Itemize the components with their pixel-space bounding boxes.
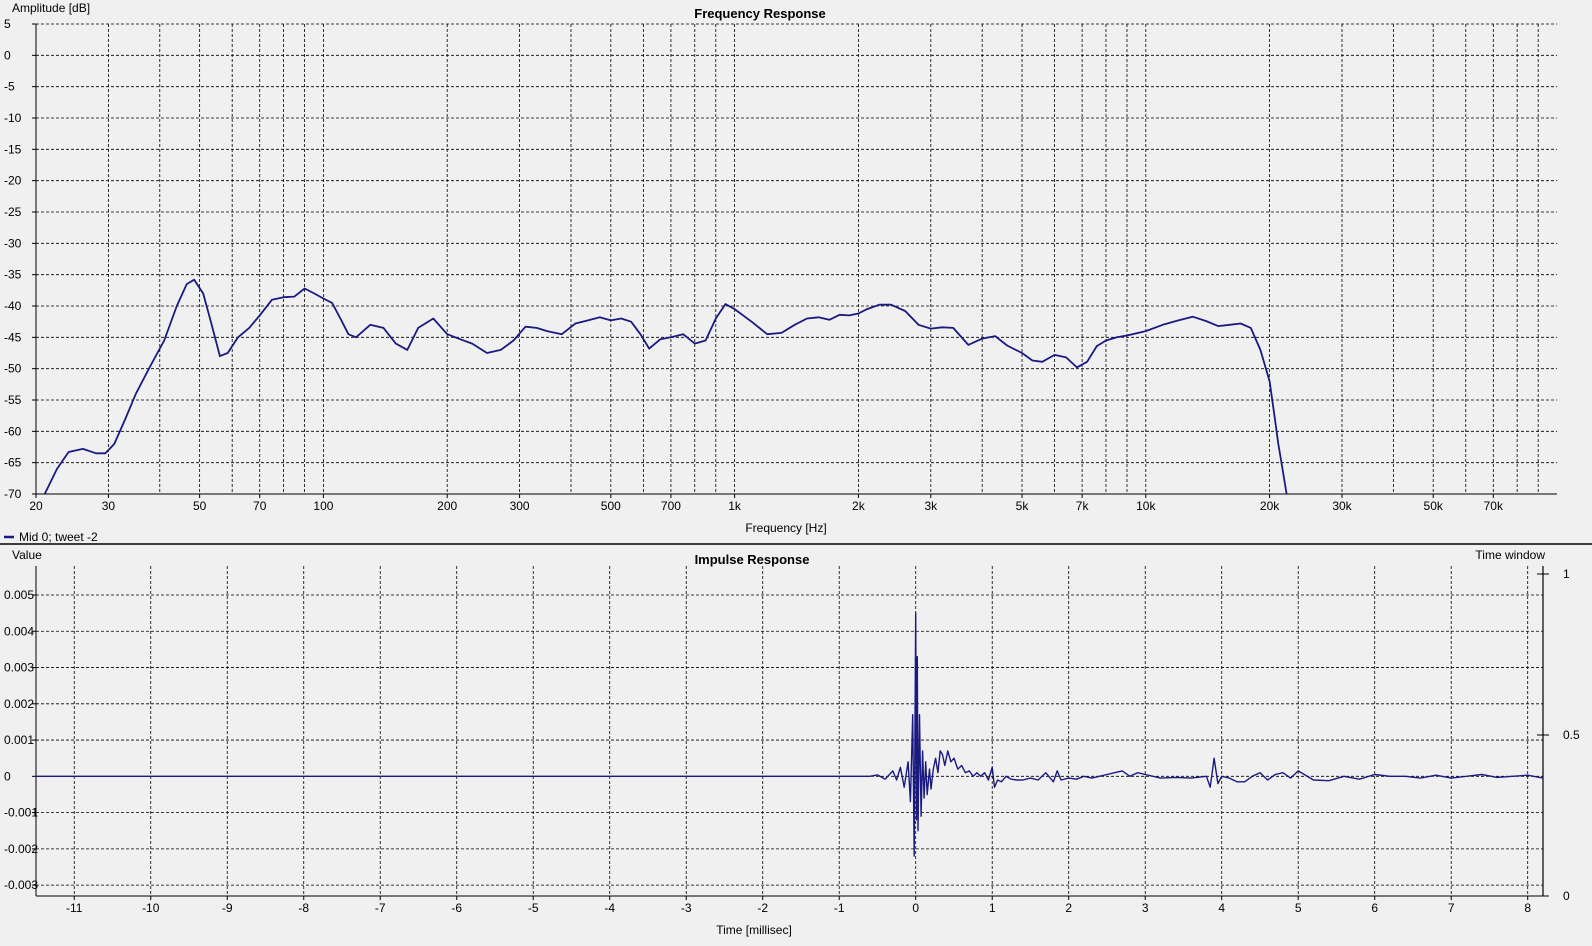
ir-x-tick-label: -7 (375, 901, 386, 915)
ir-x-tick-label: -1 (834, 901, 845, 915)
ir-series-line (36, 612, 1544, 857)
fr-y-tick-label: 5 (4, 17, 11, 31)
ir-window-tick-label: 0.5 (1563, 728, 1580, 742)
ir-x-tick-label: -4 (604, 901, 615, 915)
ir-x-tick-label: 0 (912, 901, 919, 915)
ir-ylabel: Value (12, 548, 42, 562)
ir-x-tick-label: 2 (1065, 901, 1072, 915)
fr-x-tick-label: 100 (313, 499, 333, 513)
ir-window-tick-label: 0 (1563, 889, 1570, 903)
ir-x-tick-label: -6 (451, 901, 462, 915)
fr-x-tick-label: 5k (1016, 499, 1030, 513)
analyzer-window: 5 0 -5 -10 -15 -20 -25 -30 -35 -40 -45 -50 -55 -60 -65… (0, 0, 1592, 946)
ir-x-tick-label: -9 (222, 901, 233, 915)
ir-y-tick-label: 0.002 (4, 697, 34, 711)
impulse-response-chart: 0.005 0.004 0.003 0.002 0.001 0 -0.001 -0.002 -0… (4, 548, 1580, 937)
ir-y-tick-label: 0.003 (4, 661, 34, 675)
ir-x-tick-label: -11 (66, 901, 83, 915)
fr-x-tick-label: 30k (1332, 499, 1352, 513)
ir-y-tick-label: -0.003 (4, 878, 38, 892)
fr-x-tick-label: 700 (661, 499, 681, 513)
legend: Mid 0; tweet -2 (4, 530, 98, 544)
legend-label: Mid 0; tweet -2 (19, 530, 98, 544)
fr-y-tick-label: -5 (4, 80, 15, 94)
fr-y-tick-label: -60 (4, 424, 22, 438)
fr-series-line (43, 278, 1288, 495)
ir-x-tick-label: 4 (1218, 901, 1225, 915)
ir-x-tick-labels: -11 -10 -9 -8 -7 -6 -5 -4 -3 -2 -1 0 1 2 3 4 5 6 7 8 (66, 896, 1531, 915)
ir-x-tick-label: 5 (1295, 901, 1302, 915)
ir-xlabel: Time [millisec] (716, 923, 792, 937)
ir-y-tick-label: 0.001 (4, 733, 34, 747)
ir-gridlines (36, 566, 1543, 896)
fr-x-tick-label: 2k (852, 499, 866, 513)
fr-y-tick-label: -50 (4, 362, 22, 376)
fr-x-tick-label: 50 (193, 499, 207, 513)
fr-y-tick-label: -40 (4, 299, 22, 313)
charts-canvas: 50-5-10-15-20-25-30-35-40-45-50-55-60-65… (0, 1, 1592, 937)
ir-x-tick-label: 8 (1524, 901, 1531, 915)
ir-x-tick-label: -10 (142, 901, 160, 915)
ir-title: Impulse Response (695, 552, 810, 567)
ir-x-tick-label: -3 (681, 901, 692, 915)
fr-y-tick-label: -25 (4, 205, 22, 219)
fr-x-tick-label: 200 (437, 499, 457, 513)
fr-x-tick-label: 500 (601, 499, 621, 513)
ir-x-tick-label: -5 (528, 901, 539, 915)
ir-window-tick-label: 1 (1563, 567, 1570, 581)
fr-y-tick-labels: 5 0 -5 -10 -15 -20 -25 -30 -35 -40 -45 -50 -55 -60 -65… (4, 17, 36, 501)
fr-y-tick-label: -45 (4, 330, 22, 344)
ir-y-tick-label: -0.001 (4, 806, 38, 820)
fr-series-group (43, 278, 1288, 495)
fr-y-tick-label: -55 (4, 393, 22, 407)
fr-y-tick-label: -30 (4, 236, 22, 250)
fr-y-tick-label: 0 (4, 48, 11, 62)
fr-x-tick-label: 3k (924, 499, 938, 513)
ir-x-tick-label: 3 (1142, 901, 1149, 915)
ir-y-tick-label: 0.005 (4, 588, 34, 602)
fr-x-tick-label: 20 (29, 499, 43, 513)
ir-y2label: Time window (1475, 548, 1545, 562)
fr-y-tick-label: -70 (4, 487, 22, 501)
fr-x-tick-label: 1k (728, 499, 742, 513)
fr-x-tick-label: 50k (1424, 499, 1444, 513)
fr-x-tick-label: 20k (1260, 499, 1280, 513)
ir-y-tick-label: 0.004 (4, 624, 34, 638)
frequency-response-chart: 50-5-10-15-20-25-30-35-40-45-50-55-60-65… (4, 1, 1557, 535)
fr-x-tick-label: 30 (102, 499, 116, 513)
ir-x-tick-label: -8 (298, 901, 309, 915)
fr-title: Frequency Response (694, 6, 826, 21)
fr-y-tick-label: -10 (4, 111, 22, 125)
fr-x-tick-labels: 20 30 50 70 100 200 300 500 700 1k 2k 3k 5k 7k 10k 20k 3… (29, 494, 1504, 513)
ir-series-group (36, 612, 1544, 857)
fr-x-tick-label: 10k (1136, 499, 1156, 513)
fr-x-tick-label: 70 (253, 499, 267, 513)
fr-ylabel: Amplitude [dB] (12, 1, 90, 15)
fr-y-tick-label: -20 (4, 174, 22, 188)
ir-y-tick-label: 0 (4, 769, 11, 783)
fr-x-tick-label: 70k (1484, 499, 1504, 513)
ir-x-tick-label: 7 (1448, 901, 1455, 915)
fr-gridlines (36, 23, 1557, 494)
fr-y-tick-label: -15 (4, 142, 22, 156)
ir-y-tick-labels: 0.005 0.004 0.003 0.002 0.001 0 -0.001 -0.002 -0… (4, 588, 38, 892)
fr-x-tick-label: 300 (510, 499, 530, 513)
fr-xlabel: Frequency [Hz] (745, 521, 826, 535)
fr-y-tick-label: -35 (4, 268, 22, 282)
ir-x-tick-label: 6 (1371, 901, 1378, 915)
ir-y-tick-label: -0.002 (4, 842, 38, 856)
fr-y-tick-label: -65 (4, 456, 22, 470)
ir-x-tick-label: -2 (757, 901, 768, 915)
ir-x-tick-label: 1 (989, 901, 996, 915)
fr-x-tick-label: 7k (1076, 499, 1090, 513)
